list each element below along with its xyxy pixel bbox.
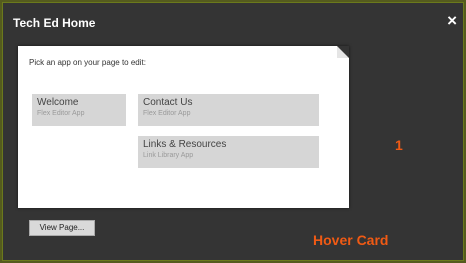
view-page-button[interactable]: View Page... xyxy=(29,220,95,236)
app-type: Link Library App xyxy=(143,152,194,159)
app-tile-welcome[interactable]: Welcome Flex Editor App xyxy=(32,94,126,126)
window-title: Tech Ed Home xyxy=(13,16,96,30)
app-tile-links-resources[interactable]: Links & Resources Link Library App xyxy=(138,136,319,168)
app-type: Flex Editor App xyxy=(37,110,85,117)
app-name: Links & Resources xyxy=(143,139,227,150)
page-fold-corner xyxy=(337,46,349,58)
app-name: Contact Us xyxy=(143,97,193,108)
close-icon[interactable]: × xyxy=(447,12,457,29)
hover-card: Pick an app on your page to edit: Welcom… xyxy=(18,46,349,208)
app-type: Flex Editor App xyxy=(143,110,191,117)
app-tile-contact-us[interactable]: Contact Us Flex Editor App xyxy=(138,94,319,126)
annotation-label: Hover Card xyxy=(313,232,389,248)
app-name: Welcome xyxy=(37,97,79,108)
card-prompt: Pick an app on your page to edit: xyxy=(29,58,146,67)
annotation-number: 1 xyxy=(395,137,403,153)
